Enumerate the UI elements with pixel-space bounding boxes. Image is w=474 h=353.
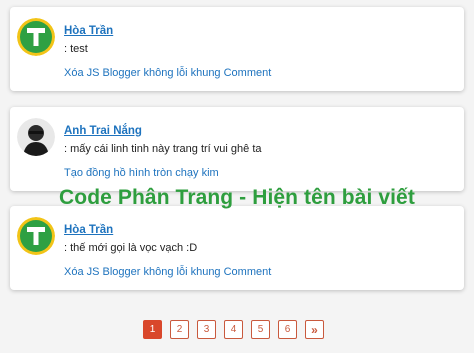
comment-text: : thế mới gọi là vọc vạch :D <box>64 242 198 254</box>
comment-post-link[interactable]: Xóa JS Blogger không lỗi khung Comment <box>64 266 271 278</box>
page-button-4[interactable]: 4 <box>224 320 243 339</box>
next-page-button[interactable]: » <box>305 320 324 339</box>
overlay-title: Code Phân Trang - Hiện tên bài viết <box>59 186 415 209</box>
comment-post-link[interactable]: Tạo đồng hồ hình tròn chạy kim <box>64 167 219 179</box>
comment-post-link[interactable]: Xóa JS Blogger không lỗi khung Comment <box>64 67 271 79</box>
comment-card: Hòa Trần : test Xóa JS Blogger không lỗi… <box>10 7 464 91</box>
page-button-2[interactable]: 2 <box>170 320 189 339</box>
page-button-3[interactable]: 3 <box>197 320 216 339</box>
comment-author[interactable]: Hòa Trần <box>64 25 113 37</box>
comment-card: Anh Trai Nắng : mấy cái linh tinh này tr… <box>10 107 464 191</box>
comment-author[interactable]: Anh Trai Nắng <box>64 125 142 137</box>
green-t-logo-icon[interactable] <box>17 217 55 255</box>
comment-card: Hòa Trần : thế mới gọi là vọc vạch :D Xó… <box>10 206 464 290</box>
page-button-6[interactable]: 6 <box>278 320 297 339</box>
pagination: 1 2 3 4 5 6 » <box>143 320 324 339</box>
comment-text: : mấy cái linh tinh này trang trí vui gh… <box>64 143 262 155</box>
comment-author[interactable]: Hòa Trần <box>64 224 113 236</box>
comment-text: : test <box>64 43 88 55</box>
user-photo-avatar[interactable] <box>17 118 55 156</box>
page-button-5[interactable]: 5 <box>251 320 270 339</box>
green-t-logo-icon[interactable] <box>17 18 55 56</box>
page-button-1[interactable]: 1 <box>143 320 162 339</box>
